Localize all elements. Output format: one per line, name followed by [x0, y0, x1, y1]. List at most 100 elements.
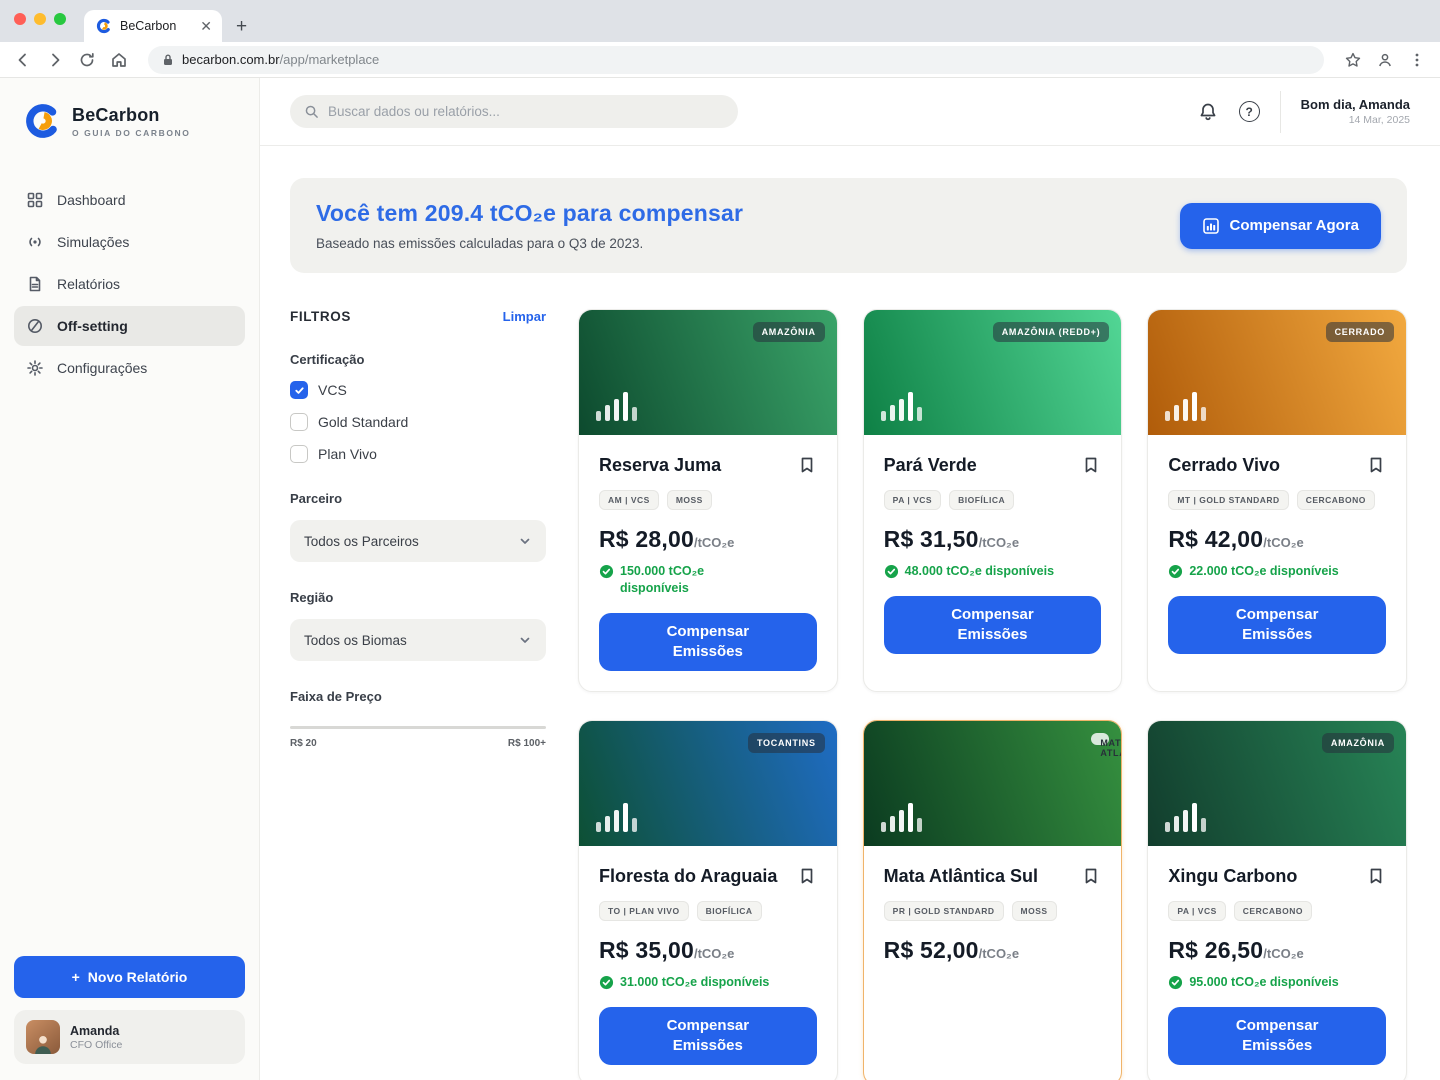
price-range-slider[interactable] — [290, 726, 546, 729]
region-select[interactable]: Todos os Biomas — [290, 619, 546, 661]
project-card-reserva-juma: AMAZÔNIA Reserva Juma AM | VCS — [578, 309, 838, 692]
compensate-emissions-label: Compensar Emissões — [1236, 605, 1319, 646]
project-card-floresta-do-araguaia: TOCANTINS Floresta do Araguaia TO | PLAN… — [578, 720, 838, 1080]
dashboard-icon — [26, 191, 44, 209]
bookmark-icon[interactable] — [1366, 455, 1386, 475]
checkbox-label: VCS — [318, 382, 347, 398]
window-close-button[interactable] — [14, 13, 26, 25]
check-circle-icon — [1168, 975, 1183, 990]
bookmark-icon[interactable] — [797, 455, 817, 475]
compensate-now-button[interactable]: Compensar Agora — [1180, 203, 1381, 249]
back-icon[interactable] — [14, 51, 32, 69]
filter-checkbox-plan-vivo[interactable]: Plan Vivo — [290, 445, 546, 463]
window-minimize-button[interactable] — [34, 13, 46, 25]
app: BeCarbon O GUIA DO CARBONO Dashboard Sim… — [0, 78, 1440, 1080]
header-right: ? Bom dia, Amanda 14 Mar, 2025 — [1197, 91, 1410, 133]
price-unit: /tCO₂e — [694, 535, 734, 550]
compensate-emissions-button[interactable]: Compensar Emissões — [1168, 596, 1386, 654]
compensate-emissions-button[interactable]: Compensar Emissões — [884, 596, 1102, 654]
sidebar-item-label: Simulações — [57, 234, 129, 250]
reload-icon[interactable] — [78, 51, 96, 69]
filter-checkbox-vcs[interactable]: VCS — [290, 381, 546, 399]
project-price: R$ 31,50 /tCO₂e — [884, 526, 1102, 553]
filter-checkbox-gold-standard[interactable]: Gold Standard — [290, 413, 546, 431]
availability-text: 95.000 tCO₂e disponíveis — [1189, 974, 1338, 991]
search-input[interactable] — [328, 104, 724, 119]
tag: MOSS — [667, 490, 712, 510]
project-card-xingu-carbono: AMAZÔNIA Xingu Carbono PA | VCS — [1147, 720, 1407, 1080]
checkbox-icon[interactable] — [290, 381, 308, 399]
address-bar[interactable]: becarbon.com.br/app/marketplace — [148, 46, 1324, 74]
new-report-button[interactable]: + Novo Relatório — [14, 956, 245, 998]
search-icon — [304, 104, 319, 119]
search-bar[interactable] — [290, 95, 738, 128]
window-zoom-button[interactable] — [54, 13, 66, 25]
tag: PA | VCS — [1168, 901, 1225, 921]
compensate-emissions-label: Compensar Emissões — [667, 622, 750, 663]
project-card-para-verde: AMAZÔNIA (REDD+) Pará Verde PA | VCS — [863, 309, 1123, 692]
tab-close-icon[interactable]: ✕ — [200, 19, 212, 33]
browser-toolbar: becarbon.com.br/app/marketplace — [0, 42, 1440, 78]
window-controls — [14, 0, 66, 42]
lock-icon — [162, 53, 174, 67]
compensate-now-label: Compensar Agora — [1230, 217, 1359, 234]
project-title: Floresta do Araguaia — [599, 864, 777, 888]
forward-icon[interactable] — [46, 51, 64, 69]
hero-subtitle: Baseado nas emissões calculadas para o Q… — [316, 236, 743, 251]
bar-chart-icon — [596, 803, 637, 832]
sidebar-item-label: Relatórios — [57, 276, 120, 292]
kebab-menu-icon[interactable] — [1408, 51, 1426, 69]
new-tab-button[interactable]: + — [236, 17, 247, 36]
project-tags: PA | VCS CERCABONO — [1168, 901, 1386, 921]
bookmark-star-icon[interactable] — [1344, 51, 1362, 69]
sidebar-item-relatorios[interactable]: Relatórios — [14, 264, 245, 304]
project-price: R$ 26,50 /tCO₂e — [1168, 937, 1386, 964]
project-image: MATA ATLÂNTICA — [864, 721, 1122, 846]
url-path: /app/marketplace — [280, 52, 380, 67]
compensate-emissions-button[interactable]: Compensar Emissões — [599, 1007, 817, 1065]
tag: TO | PLAN VIVO — [599, 901, 689, 921]
bookmark-icon[interactable] — [1366, 866, 1386, 886]
checkbox-icon[interactable] — [290, 445, 308, 463]
clear-filters-link[interactable]: Limpar — [503, 309, 546, 324]
url-text: becarbon.com.br/app/marketplace — [182, 52, 379, 67]
sidebar-item-dashboard[interactable]: Dashboard — [14, 180, 245, 220]
price-amount: R$ 28,00 — [599, 526, 694, 553]
tag: MT | GOLD STANDARD — [1168, 490, 1288, 510]
help-icon[interactable]: ? — [1239, 101, 1260, 122]
browser-profile-icon[interactable] — [1376, 51, 1394, 69]
partner-select-value: Todos os Parceiros — [304, 534, 419, 549]
chart-icon — [1202, 217, 1220, 235]
sidebar-item-simulacoes[interactable]: Simulações — [14, 222, 245, 262]
compensate-emissions-label: Compensar Emissões — [951, 605, 1034, 646]
compensate-emissions-button[interactable]: Compensar Emissões — [1168, 1007, 1386, 1065]
sidebar-item-offsetting[interactable]: Off-setting — [14, 306, 245, 346]
project-image: AMAZÔNIA — [579, 310, 837, 435]
sidebar-item-label: Configurações — [57, 360, 147, 376]
notifications-bell-icon[interactable] — [1197, 101, 1219, 123]
chevron-down-icon — [518, 534, 532, 548]
plus-icon: + — [72, 969, 80, 985]
user-card[interactable]: Amanda CFO Office — [14, 1010, 245, 1064]
sidebar-bottom: + Novo Relatório Amanda CFO Office — [0, 956, 259, 1080]
browser-tab-strip: BeCarbon ✕ + — [0, 0, 1440, 42]
sidebar-item-configuracoes[interactable]: Configurações — [14, 348, 245, 388]
becarbon-logo-icon — [24, 102, 62, 140]
bookmark-icon[interactable] — [797, 866, 817, 886]
availability: 150.000 tCO₂e disponíveis — [599, 563, 817, 597]
user-role: CFO Office — [70, 1039, 122, 1051]
checkbox-icon[interactable] — [290, 413, 308, 431]
simulations-icon — [26, 233, 44, 251]
bookmark-icon[interactable] — [1081, 455, 1101, 475]
browser-tab[interactable]: BeCarbon ✕ — [84, 10, 222, 42]
hero-banner: Você tem 209.4 tCO₂e para compensar Base… — [290, 178, 1407, 273]
compensate-emissions-button[interactable]: Compensar Emissões — [599, 613, 817, 671]
bookmark-icon[interactable] — [1081, 866, 1101, 886]
home-icon[interactable] — [110, 51, 128, 69]
project-price: R$ 52,00 /tCO₂e — [884, 937, 1102, 964]
price-unit: /tCO₂e — [979, 535, 1019, 550]
partner-select[interactable]: Todos os Parceiros — [290, 520, 546, 562]
main: ? Bom dia, Amanda 14 Mar, 2025 Você tem … — [260, 78, 1440, 1080]
availability: 48.000 tCO₂e disponíveis — [884, 563, 1102, 580]
price-range-label: Faixa de Preço — [290, 689, 546, 704]
